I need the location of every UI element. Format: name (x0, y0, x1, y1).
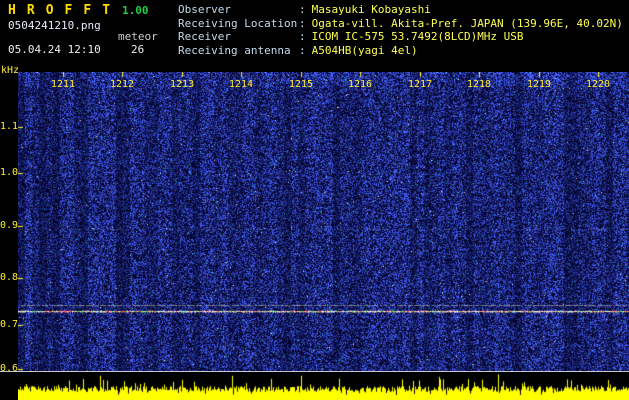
info-value: A504HB(yagi 4el) (311, 43, 418, 57)
info-label: Receiving Location (178, 16, 298, 30)
info-row-observer: Observer: Masayuki Kobayashi (178, 3, 623, 17)
app-title: H R O F F T (8, 3, 112, 18)
time-tick-label: 1216 (347, 79, 373, 90)
info-row-location: Receiving Location: Ogata-vill. Akita-Pre… (178, 17, 623, 31)
info-value: Ogata-vill. Akita-Pref. JAPAN (139.96E, … (311, 16, 623, 30)
freq-tick-label: 1.0 (0, 167, 19, 178)
time-tick-label: 1215 (288, 79, 314, 90)
freq-tick-label: 0.8 (0, 272, 19, 283)
info-colon: : (299, 16, 306, 30)
time-tick-label: 1217 (407, 79, 433, 90)
freq-tick-label: 0.6 (0, 363, 19, 374)
time-tick-label: 1214 (228, 79, 254, 90)
freq-tick-label: 0.9 (0, 220, 19, 231)
app-version: 1.00 (122, 4, 149, 17)
time-tick-label: 1213 (169, 79, 195, 90)
info-label: Receiver (178, 30, 231, 44)
spectrogram-canvas (18, 72, 629, 371)
datetime-label: 05.04.24 12:10 (8, 43, 101, 56)
echo-count: 26 (131, 43, 145, 56)
time-tick-label: 1211 (50, 79, 76, 90)
info-value: ICOM IC-575 53.7492(8LCD)MHz USB (311, 30, 524, 44)
hrofft-window: H R O F F T 1.00 0504241210.png meteor 0… (0, 0, 629, 400)
freq-axis-unit: kHz (1, 65, 20, 76)
time-tick-label: 1212 (109, 79, 135, 90)
signal-strength-canvas (18, 372, 629, 400)
time-tick-label: 1218 (466, 79, 492, 90)
time-tick-label: 1219 (526, 79, 552, 90)
info-row-antenna: Receiving antenna: A504HB(yagi 4el) (178, 44, 623, 58)
info-colon: : (299, 30, 306, 44)
mode-label: meteor (118, 30, 158, 43)
info-colon: : (299, 43, 306, 57)
freq-tick-label: 0.7 (0, 319, 19, 330)
time-tick-label: 1220 (585, 79, 611, 90)
observation-info: Observer: Masayuki Kobayashi Receiving Lo… (178, 3, 623, 57)
info-colon: : (299, 3, 306, 16)
output-filename: 0504241210.png (8, 19, 101, 32)
info-value: Masayuki Kobayashi (311, 3, 431, 16)
info-row-receiver: Receiver: ICOM IC-575 53.7492(8LCD)MHz US… (178, 30, 623, 44)
freq-tick-label: 1.1 (0, 121, 19, 132)
info-label: Observer (178, 3, 231, 16)
info-label: Receiving antenna (178, 43, 291, 57)
